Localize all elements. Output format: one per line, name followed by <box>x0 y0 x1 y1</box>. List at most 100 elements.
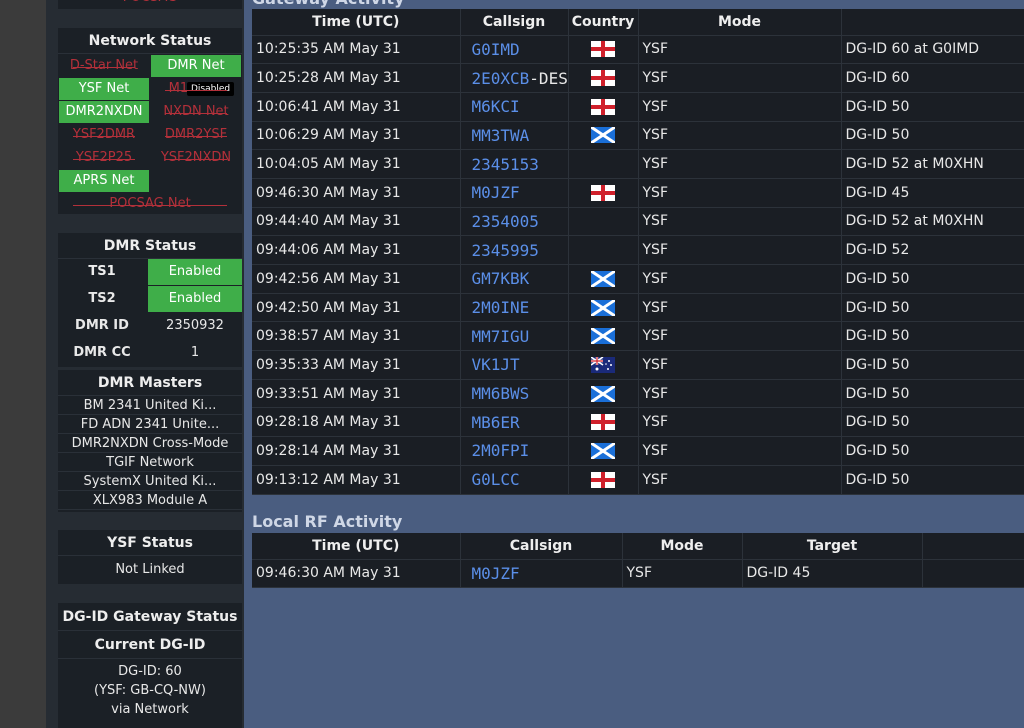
time-cell: 09:42:50 AM May 31 <box>252 293 461 323</box>
callsign-text[interactable]: G0IMD <box>472 40 520 59</box>
time-cell: 09:35:33 AM May 31 <box>252 350 461 380</box>
country-flag-icon <box>568 465 639 495</box>
callsign-link[interactable]: M0JZF <box>460 178 569 208</box>
target-cell: DG-ID 45 <box>841 178 1024 208</box>
target-cell: DG-ID 50 <box>841 379 1024 409</box>
callsign-link[interactable]: GM7KBK <box>460 264 569 294</box>
callsign-link[interactable]: VK1JT <box>460 350 569 380</box>
table-row: 09:28:18 AM May 31 MB6ER YSF DG-ID 50 <box>252 407 1024 438</box>
gateway-col-header: Country <box>568 9 639 36</box>
dmr-master-item: FD ADN 2341 Unite... <box>58 415 242 434</box>
target-cell: DG-ID 50 <box>841 293 1024 323</box>
local-rf-title: Local RF Activity <box>252 512 403 531</box>
callsign-text[interactable]: 2354005 <box>472 212 539 231</box>
time-cell: 10:04:05 AM May 31 <box>252 149 461 179</box>
target-cell: DG-ID 52 <box>841 235 1024 265</box>
network-d-star-net-status: D-Star Net <box>59 55 149 77</box>
table-row: 09:42:50 AM May 31 2M0INE YSF DG-ID 50 <box>252 293 1024 323</box>
ts2-status: Enabled <box>148 286 242 312</box>
dmr-master-item: SystemX United Ki... <box>58 472 242 491</box>
callsign-text[interactable]: GM7KBK <box>472 269 530 288</box>
time-cell: 09:13:12 AM May 31 <box>252 465 461 495</box>
network-dmr-net-status: DMR Net <box>151 55 241 77</box>
target-cell: DG-ID 50 <box>841 264 1024 294</box>
pocsag-partial-label: POCSAG <box>58 0 242 9</box>
local-rf-col-header <box>922 533 1024 560</box>
callsign-link[interactable]: MB6ER <box>460 407 569 438</box>
callsign-link[interactable]: MM6BWS <box>460 379 569 409</box>
table-row: 10:25:35 AM May 31 G0IMD YSF DG-ID 60 at G0… <box>252 35 1024 65</box>
callsign-link[interactable]: MM7IGU <box>460 321 569 352</box>
target-cell: DG-ID 50 <box>841 407 1024 438</box>
gateway-col-header: Time (UTC) <box>252 9 461 36</box>
callsign-link[interactable]: 2M0INE <box>460 293 569 323</box>
callsign-link[interactable]: G0IMD <box>460 35 569 65</box>
callsign-text[interactable]: VK1JT <box>472 355 520 374</box>
current-dgid-title: Current DG-ID <box>58 631 242 659</box>
time-cell: 10:06:41 AM May 31 <box>252 92 461 122</box>
ts2-label: TS2 <box>88 291 116 306</box>
callsign-text[interactable]: MB6ER <box>472 413 520 432</box>
country-flag-icon <box>568 178 639 208</box>
table-row: 09:35:33 AM May 31 VK1JT YSF DG-ID 50 <box>252 350 1024 380</box>
callsign-link[interactable]: 2345995 <box>460 235 569 265</box>
ts1-label: TS1 <box>88 264 116 279</box>
table-row: 10:04:05 AM May 31 2345153 YSF DG-ID 52 at … <box>252 149 1024 179</box>
callsign-text[interactable]: 2M0FPI <box>472 441 530 460</box>
dmr-cc-value: 1 <box>190 345 200 360</box>
dmr-status-panel: DMR Status TS1 Enabled TS2 Enabled DMR ID 2… <box>58 233 242 367</box>
network-ysf2nxdn-status: YSF2NXDN <box>151 147 241 169</box>
callsign-text[interactable]: 2345995 <box>472 241 539 260</box>
window-edge <box>0 0 46 728</box>
disabled-tooltip: Disabled <box>187 82 235 96</box>
callsign-text[interactable]: 2M0INE <box>472 298 530 317</box>
callsign-link[interactable]: 2E0XCB-DES <box>460 63 569 93</box>
dmr-master-item: BM 2341 United Ki... <box>58 396 242 415</box>
network-ysf-net-status: YSF Net <box>59 78 149 100</box>
target-cell: DG-ID 45 <box>742 559 923 589</box>
callsign-text[interactable]: 2E0XCB <box>472 69 530 88</box>
mode-cell: YSF <box>638 321 842 352</box>
callsign-link[interactable]: G0LCC <box>460 465 569 495</box>
callsign-link[interactable]: 2M0FPI <box>460 436 569 466</box>
callsign-text[interactable]: 2345153 <box>472 155 539 174</box>
country-flag-icon <box>568 35 639 65</box>
target-cell: DG-ID 50 <box>841 321 1024 352</box>
callsign-text[interactable]: G0LCC <box>472 470 520 489</box>
mode-cell: YSF <box>638 92 842 122</box>
network-ysf2p25-status: YSF2P25 <box>59 147 149 169</box>
network-nxdn-net-status: NXDN Net <box>151 101 241 123</box>
callsign-text[interactable]: M6KCI <box>472 97 520 116</box>
time-cell: 09:42:56 AM May 31 <box>252 264 461 294</box>
dgid-line-3: via Network <box>111 702 189 717</box>
network-status-grid: D-Star NetDMR NetYSF NetM17 NetDisabledD… <box>58 55 242 215</box>
mode-cell: YSF <box>622 559 743 589</box>
network-m17-net-status: M17 NetDisabled <box>151 78 241 100</box>
time-cell: 09:46:30 AM May 31 <box>252 178 461 208</box>
table-row: 09:13:12 AM May 31 G0LCC YSF DG-ID 50 <box>252 465 1024 495</box>
callsign-link[interactable]: MM3TWA <box>460 121 569 151</box>
callsign-link[interactable]: M6KCI <box>460 92 569 122</box>
time-cell: 10:25:35 AM May 31 <box>252 35 461 65</box>
mode-cell: YSF <box>638 178 842 208</box>
network-ysf2dmr-status: YSF2DMR <box>59 124 149 146</box>
mode-cell: YSF <box>638 121 842 151</box>
dgid-line-2: (YSF: GB-CQ-NW) <box>94 683 206 698</box>
table-row: 09:44:06 AM May 31 2345995 YSF DG-ID 52 <box>252 235 1024 265</box>
callsign-link[interactable]: M0JZF <box>460 559 623 589</box>
time-cell: 10:25:28 AM May 31 <box>252 63 461 93</box>
network-pocsag-net-status: POCSAG Net <box>59 193 241 215</box>
callsign-text[interactable]: M0JZF <box>472 183 520 202</box>
time-cell: 09:28:14 AM May 31 <box>252 436 461 466</box>
callsign-link[interactable]: 2345153 <box>460 149 569 179</box>
country-flag-icon <box>568 235 639 265</box>
mode-cell: YSF <box>638 264 842 294</box>
local-rf-col-header: Callsign <box>460 533 623 560</box>
callsign-text[interactable]: MM6BWS <box>472 384 530 403</box>
mode-cell: YSF <box>638 465 842 495</box>
callsign-link[interactable]: 2354005 <box>460 207 569 237</box>
country-flag-icon <box>568 149 639 179</box>
callsign-text[interactable]: MM3TWA <box>472 126 530 145</box>
callsign-text[interactable]: MM7IGU <box>472 327 530 346</box>
country-flag-icon <box>568 121 639 151</box>
